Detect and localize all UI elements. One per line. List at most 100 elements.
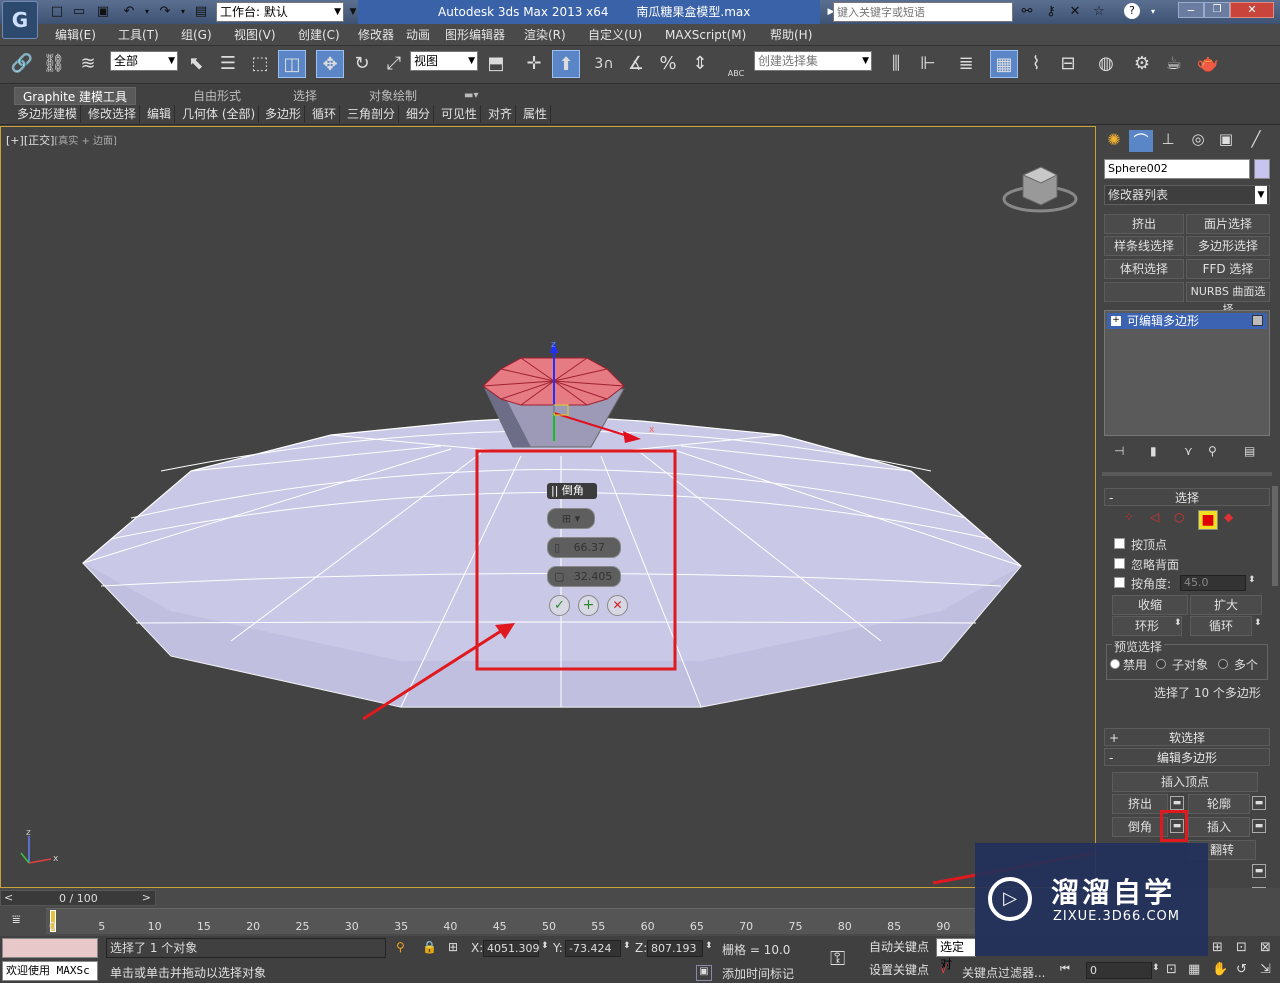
favorites-star-icon[interactable]: ☆: [1090, 3, 1108, 21]
named-selection-dropdown[interactable]: 创建选择集 ▼: [754, 51, 872, 71]
modifier-stack[interactable]: + 可编辑多边形: [1104, 310, 1270, 436]
menu-customize[interactable]: 自定义(U): [588, 24, 642, 46]
mirror-icon[interactable]: ⫼: [882, 50, 910, 78]
tools-icon[interactable]: ✕: [1066, 3, 1084, 21]
utilities-tab-icon[interactable]: ╱: [1244, 130, 1268, 152]
layer-manager-icon[interactable]: ≣: [952, 50, 980, 78]
caddy-height-field[interactable]: ▯ 66.37: [547, 537, 621, 558]
ribbon-polygons[interactable]: 多边形: [262, 105, 306, 123]
track-bar-icon[interactable]: ⩸: [12, 912, 21, 928]
spinner-snap-icon[interactable]: ⇕: [686, 50, 714, 78]
stack-item-toggle[interactable]: [1252, 315, 1263, 326]
tab-graphite-modeling[interactable]: Graphite 建模工具: [14, 87, 137, 105]
slider-next-icon[interactable]: >: [142, 891, 151, 904]
isolate-icon[interactable]: ⚲: [396, 940, 405, 954]
schematic-view-icon[interactable]: ⊟: [1054, 50, 1082, 78]
remove-modifier-icon[interactable]: ⚲: [1208, 444, 1217, 458]
row-settings-icon[interactable]: ▬: [1252, 864, 1266, 878]
caddy-title[interactable]: || 倒角: [547, 483, 597, 499]
preview-disabled-radio[interactable]: [1110, 659, 1120, 669]
x-spinner-icon[interactable]: ⬍: [541, 941, 549, 951]
orbit-icon[interactable]: ↺: [1236, 962, 1247, 977]
key-mode-icon[interactable]: ⚿: [830, 946, 845, 970]
by-angle-spinner[interactable]: 45.0: [1180, 575, 1246, 591]
current-frame-field[interactable]: 0: [1086, 962, 1152, 979]
expand-plus-icon[interactable]: +: [1111, 316, 1121, 326]
rect-selection-region-icon[interactable]: ⬚: [246, 50, 274, 78]
caddy-bevel-type-dropdown[interactable]: ⊞ ▾: [547, 508, 595, 529]
tab-freeform[interactable]: 自由形式: [193, 87, 241, 105]
panel-scrollbar[interactable]: [1272, 486, 1278, 586]
caddy-ok-button[interactable]: ✓: [549, 595, 570, 616]
search-input[interactable]: [833, 2, 1013, 22]
select-object-icon[interactable]: ⬉: [182, 50, 210, 78]
close-button[interactable]: ✕: [1230, 2, 1274, 18]
app-logo-icon[interactable]: G: [2, 1, 38, 39]
preview-multiple-radio[interactable]: [1218, 659, 1228, 669]
mod-poly-select-button[interactable]: 多边形选择: [1186, 236, 1270, 256]
ribbon-modify-selection[interactable]: 修改选择: [85, 105, 141, 123]
zoom-region-icon[interactable]: ▦: [1188, 962, 1200, 977]
pan-icon[interactable]: ✋: [1212, 962, 1228, 977]
workspace-dropdown[interactable]: 工作台: 默认 ▼: [216, 2, 344, 22]
render-setup-icon[interactable]: ⚙: [1128, 50, 1156, 78]
pin-stack-icon[interactable]: ⊣: [1114, 444, 1124, 458]
modifier-list-dropdown[interactable]: 修改器列表 ▼: [1104, 185, 1270, 205]
object-color-swatch[interactable]: [1254, 159, 1270, 179]
display-tab-icon[interactable]: ▣: [1214, 130, 1238, 152]
mod-ffd-select-button[interactable]: FFD 选择: [1186, 259, 1270, 279]
menu-graph-editors[interactable]: 图形编辑器: [445, 24, 505, 46]
key-filters-button[interactable]: 关键点过滤器...: [962, 964, 1045, 981]
tab-object-paint[interactable]: 对象绘制: [369, 87, 417, 105]
select-move-icon[interactable]: ✥: [316, 50, 344, 78]
select-rotate-icon[interactable]: ↻: [348, 50, 376, 78]
y-coord-field[interactable]: -73.424: [565, 940, 621, 957]
ribbon-loops[interactable]: 循环: [309, 105, 341, 123]
window-crossing-icon[interactable]: ◫: [278, 50, 306, 78]
vertex-mode-icon[interactable]: ⁘: [1124, 510, 1134, 524]
maxscript-mini-listener[interactable]: 欢迎使用 MAXSc: [2, 961, 98, 981]
time-slider[interactable]: < 0 / 100 >: [0, 890, 156, 906]
fov-icon[interactable]: ⊠: [1260, 940, 1271, 955]
select-by-name-icon[interactable]: ☰: [214, 50, 242, 78]
make-unique-icon[interactable]: ⋎: [1184, 444, 1193, 458]
render-production-icon[interactable]: 🫖: [1194, 50, 1222, 78]
reference-coord-dropdown[interactable]: 视图 ▼: [410, 51, 478, 71]
by-angle-checkbox[interactable]: [1114, 577, 1125, 588]
maximize-viewport-icon[interactable]: ⇲: [1260, 962, 1271, 977]
rollout-edit-polygons-header[interactable]: - 编辑多边形: [1104, 748, 1270, 766]
edit-named-selection-icon[interactable]: ABC: [722, 50, 750, 78]
modify-tab-icon[interactable]: ⌒: [1129, 130, 1153, 152]
y-spinner-icon[interactable]: ⬍: [623, 941, 631, 951]
graphite-toggle-icon[interactable]: ▦: [990, 50, 1018, 78]
undo-dropdown-icon[interactable]: ▾: [138, 3, 156, 21]
redo-icon[interactable]: ↷: [156, 3, 174, 21]
rendered-frame-icon[interactable]: ☕: [1160, 50, 1188, 78]
ribbon-visibility[interactable]: 可见性: [438, 105, 482, 123]
ribbon-subdivision[interactable]: 细分: [403, 105, 435, 123]
mod-patch-select-button[interactable]: 面片选择: [1186, 214, 1270, 234]
menu-maxscript[interactable]: MAXScript(M): [665, 24, 746, 46]
auto-key-button[interactable]: 自动关键点: [864, 938, 934, 958]
open-file-icon[interactable]: ▭: [70, 3, 88, 21]
save-icon[interactable]: ▣: [94, 3, 112, 21]
ribbon-triangulation[interactable]: 三角剖分: [344, 105, 400, 123]
polygon-mode-icon[interactable]: ■: [1198, 510, 1218, 530]
minimize-button[interactable]: ‒: [1178, 2, 1204, 18]
menu-create[interactable]: 创建(C): [298, 24, 340, 46]
ring-button[interactable]: 环形: [1112, 616, 1182, 636]
outline-button[interactable]: 轮廓: [1188, 794, 1250, 814]
viewport-front[interactable]: [+][正交][真实 + 边面] z x z x || 倒角 ⊞ ▾ ▯ 66.…: [0, 126, 1096, 888]
binoculars-icon[interactable]: ⚯: [1018, 3, 1036, 21]
shrink-button[interactable]: 收缩: [1112, 595, 1188, 615]
insert-vertex-button[interactable]: 插入顶点: [1112, 772, 1258, 792]
menu-edit[interactable]: 编辑(E): [55, 24, 96, 46]
undo-icon[interactable]: ↶: [120, 3, 138, 21]
configure-sets-icon[interactable]: ▤: [1244, 444, 1255, 458]
new-file-icon[interactable]: □: [48, 3, 66, 21]
menu-animation[interactable]: 动画: [406, 24, 430, 46]
time-tag-icon[interactable]: ▣: [696, 965, 712, 981]
spinner-arrows-icon[interactable]: ⬍: [1248, 575, 1256, 585]
align-icon[interactable]: ⊩: [914, 50, 942, 78]
show-end-result-icon[interactable]: ▮: [1150, 444, 1157, 458]
